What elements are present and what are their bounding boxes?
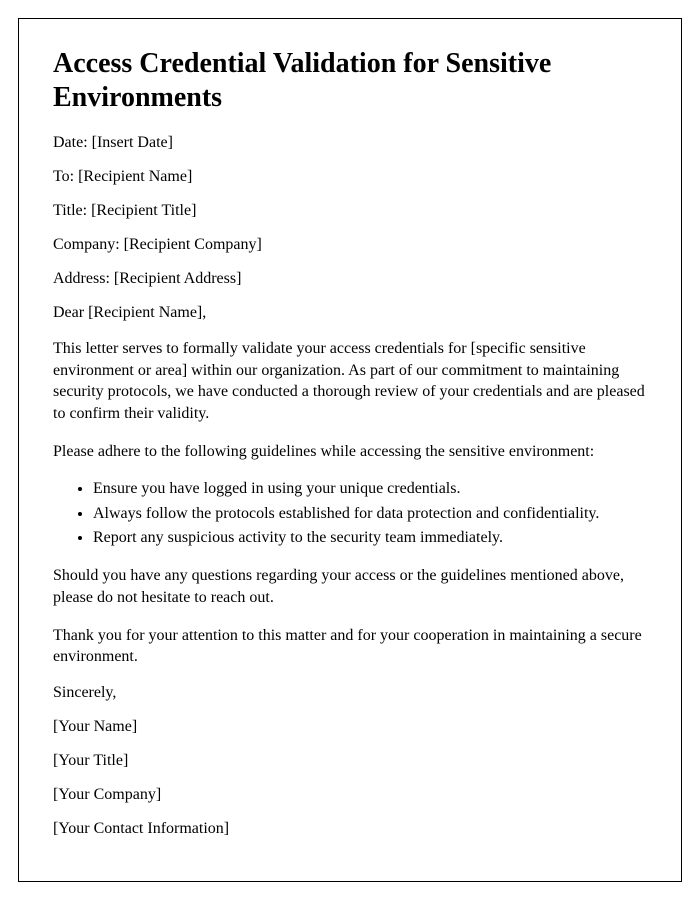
paragraph-intro: This letter serves to formally validate …: [53, 338, 647, 424]
list-item: Report any suspicious activity to the se…: [93, 527, 647, 549]
field-recipient-title: Title: [Recipient Title]: [53, 202, 647, 220]
signoff-closing: Sincerely,: [53, 684, 647, 702]
paragraph-guidelines-intro: Please adhere to the following guideline…: [53, 441, 647, 463]
guidelines-list: Ensure you have logged in using your uni…: [93, 478, 647, 549]
document-container: Access Credential Validation for Sensiti…: [18, 18, 682, 882]
salutation: Dear [Recipient Name],: [53, 304, 647, 322]
field-date: Date: [Insert Date]: [53, 134, 647, 152]
signoff-name: [Your Name]: [53, 718, 647, 736]
signoff-company: [Your Company]: [53, 786, 647, 804]
paragraph-thanks: Thank you for your attention to this mat…: [53, 625, 647, 668]
list-item: Always follow the protocols established …: [93, 503, 647, 525]
list-item: Ensure you have logged in using your uni…: [93, 478, 647, 500]
signoff-contact: [Your Contact Information]: [53, 820, 647, 838]
field-company: Company: [Recipient Company]: [53, 236, 647, 254]
field-to: To: [Recipient Name]: [53, 168, 647, 186]
field-address: Address: [Recipient Address]: [53, 270, 647, 288]
document-title: Access Credential Validation for Sensiti…: [53, 47, 647, 114]
signoff-title: [Your Title]: [53, 752, 647, 770]
paragraph-questions: Should you have any questions regarding …: [53, 565, 647, 608]
